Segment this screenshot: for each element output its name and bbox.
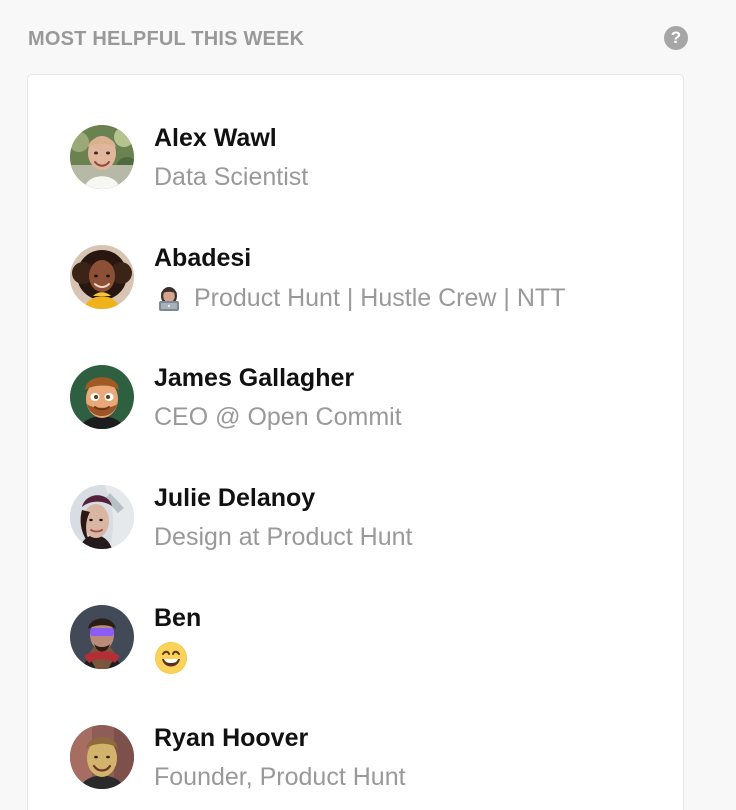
user-name-james-gallagher[interactable]: James Gallagher [154, 364, 354, 392]
user-headline-james-gallagher: CEO @ Open Commit [154, 403, 402, 431]
user-name-julie-delanoy[interactable]: Julie Delanoy [154, 484, 315, 512]
most-helpful-header: MOST HELPFUL THIS WEEK ? [28, 26, 690, 52]
most-helpful-card: Alex Wawl Data Scientist Abadesi Product… [27, 74, 684, 810]
avatar-ryan-hoover[interactable] [70, 725, 134, 789]
user-row-ben[interactable]: Ben [68, 603, 658, 675]
user-name-abadesi[interactable]: Abadesi [154, 244, 251, 272]
user-headline-alex-wawl: Data Scientist [154, 163, 309, 191]
user-row-julie-delanoy[interactable]: Julie Delanoy Design at Product Hunt [68, 483, 658, 555]
user-name-ben[interactable]: Ben [154, 604, 201, 632]
avatar-james-gallagher[interactable] [70, 365, 134, 429]
user-row-ryan-hoover[interactable]: Ryan Hoover Founder, Product Hunt [68, 723, 658, 795]
section-title: MOST HELPFUL THIS WEEK [28, 28, 305, 50]
user-name-ryan-hoover[interactable]: Ryan Hoover [154, 724, 308, 752]
question-circle-icon[interactable]: ? [664, 26, 688, 50]
avatar-abadesi[interactable] [70, 245, 134, 309]
user-row-james-gallagher[interactable]: James Gallagher CEO @ Open Commit [68, 363, 658, 435]
most-helpful-page: MOST HELPFUL THIS WEEK ? Alex Wawl Data … [0, 0, 736, 810]
user-row-alex-wawl[interactable]: Alex Wawl Data Scientist [68, 123, 658, 195]
woman-technologist-emoji [154, 283, 184, 313]
user-headline-julie-delanoy: Design at Product Hunt [154, 523, 413, 551]
user-headline-text-abadesi: Product Hunt | Hustle Crew | NTT [194, 284, 566, 312]
user-row-abadesi[interactable]: Abadesi Product Hunt | Hustle Crew | NTT [68, 243, 658, 315]
avatar-julie-delanoy[interactable] [70, 485, 134, 549]
grinning-face-emoji [154, 641, 188, 675]
avatar-ben[interactable] [70, 605, 134, 669]
user-headline-abadesi: Product Hunt | Hustle Crew | NTT [154, 283, 565, 313]
user-headline-ryan-hoover: Founder, Product Hunt [154, 763, 406, 791]
avatar-alex-wawl[interactable] [70, 125, 134, 189]
user-name-alex-wawl[interactable]: Alex Wawl [154, 124, 277, 152]
